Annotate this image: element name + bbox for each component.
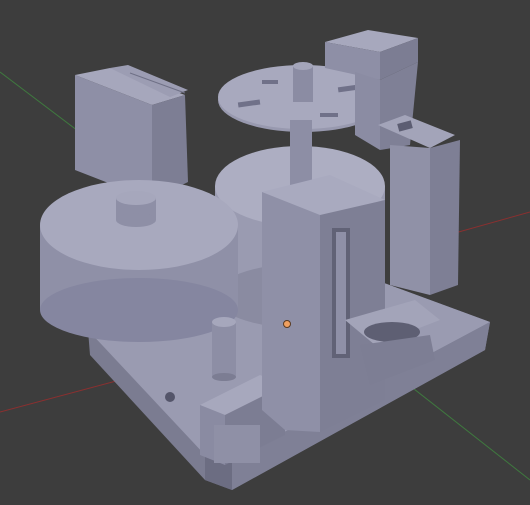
rear-left-block[interactable]	[75, 65, 188, 200]
disc-slot	[320, 113, 338, 117]
small-pin[interactable]	[212, 317, 236, 381]
origin-point[interactable]	[283, 320, 291, 328]
y-axis-line-bottom	[399, 377, 530, 481]
3d-viewport[interactable]	[0, 0, 530, 505]
large-cylinder[interactable]	[40, 180, 238, 342]
shaft-upper	[293, 62, 313, 102]
disc-slot	[262, 80, 278, 84]
base-hole	[165, 392, 175, 402]
front-bracket[interactable]	[262, 175, 385, 432]
